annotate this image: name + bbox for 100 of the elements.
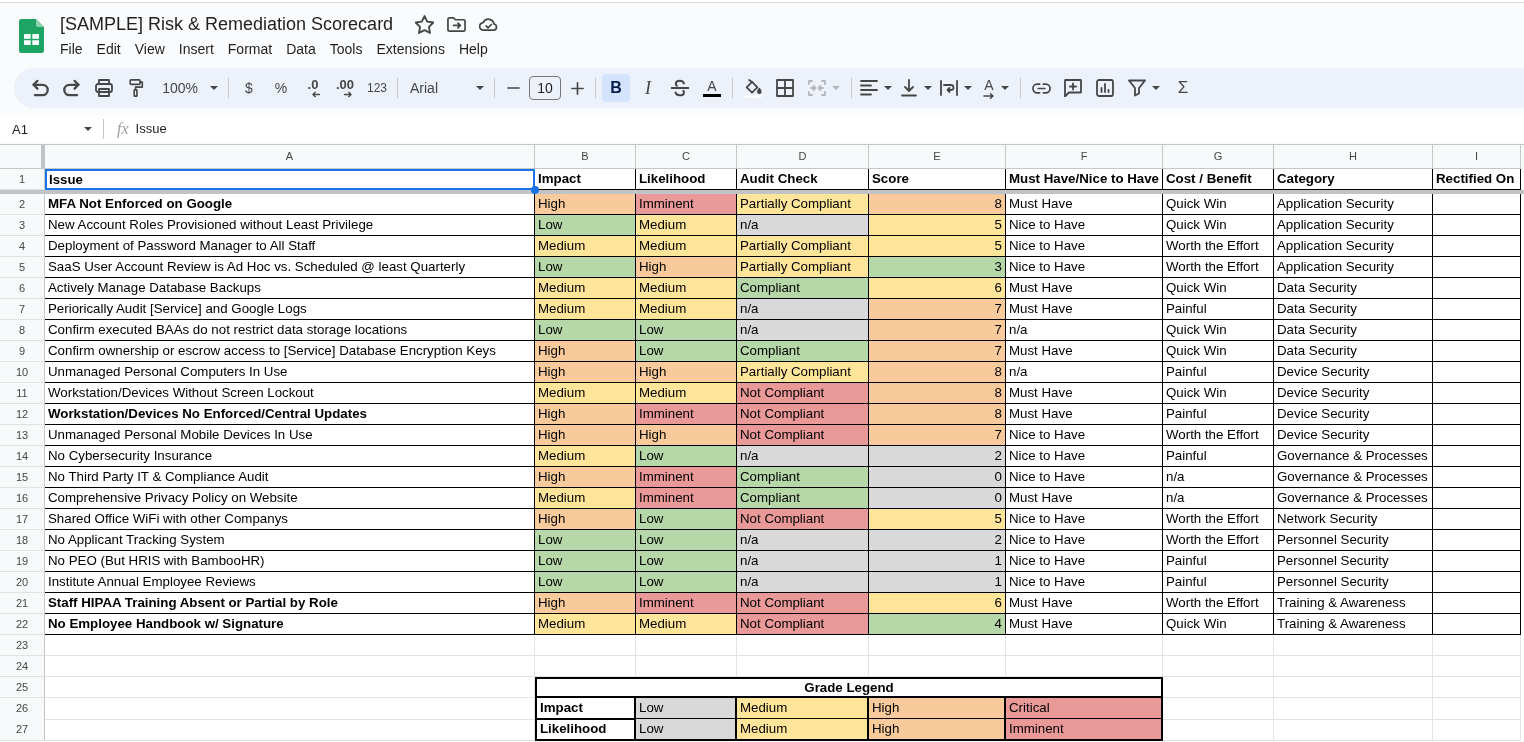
- row-header[interactable]: 16: [0, 488, 45, 509]
- italic-button[interactable]: I: [634, 74, 662, 102]
- table-cell: Device Security: [1274, 425, 1433, 446]
- row-header[interactable]: 4: [0, 236, 45, 257]
- menu-item[interactable]: Insert: [178, 41, 214, 57]
- column-header[interactable]: G: [1163, 145, 1274, 169]
- column-header[interactable]: F: [1006, 145, 1163, 169]
- table-cell: Personnel Security: [1274, 572, 1433, 593]
- column-header[interactable]: E: [869, 145, 1006, 169]
- row-header[interactable]: 7: [0, 299, 45, 320]
- row-header[interactable]: 17: [0, 509, 45, 530]
- menu-item[interactable]: Help: [458, 41, 488, 57]
- table-cell: Imminent: [636, 404, 737, 425]
- table-cell: 1: [869, 572, 1006, 593]
- row-header[interactable]: 6: [0, 278, 45, 299]
- table-cell: New Account Roles Provisioned without Least Privilege: [45, 215, 535, 236]
- menu-item[interactable]: Tools: [329, 41, 363, 57]
- menu-item[interactable]: View: [134, 41, 165, 57]
- table-cell: Compliant: [737, 278, 869, 299]
- selection-handle-icon[interactable]: [531, 186, 539, 194]
- row-header[interactable]: 19: [0, 551, 45, 572]
- document-title[interactable]: [SAMPLE] Risk & Remediation Scorecard: [60, 11, 394, 37]
- column-header[interactable]: D: [737, 145, 869, 169]
- table-cell: Compliant: [737, 488, 869, 509]
- star-icon[interactable]: [415, 14, 435, 34]
- percent-button[interactable]: %: [267, 74, 295, 102]
- table-cell: Quick Win: [1163, 278, 1274, 299]
- row-header[interactable]: 22: [0, 614, 45, 635]
- text-color-button[interactable]: A: [698, 74, 726, 102]
- row-header[interactable]: 5: [0, 257, 45, 278]
- row-header[interactable]: 11: [0, 383, 45, 404]
- table-cell: Training & Awareness: [1274, 614, 1433, 635]
- currency-button[interactable]: $: [235, 74, 263, 102]
- table-cell: n/a: [1163, 467, 1274, 488]
- font-size-field[interactable]: 10: [529, 76, 561, 100]
- row-header[interactable]: 9: [0, 341, 45, 362]
- table-cell: Not Compliant: [737, 404, 869, 425]
- zoom-dropdown[interactable]: 100%: [154, 74, 222, 102]
- table-cell: Quick Win: [1163, 383, 1274, 404]
- table-cell: Partially Compliant: [737, 236, 869, 257]
- column-header[interactable]: C: [636, 145, 737, 169]
- table-cell: High: [535, 509, 636, 530]
- row-header[interactable]: 23: [0, 635, 45, 656]
- row-header[interactable]: 1: [0, 169, 45, 190]
- row-header[interactable]: 10: [0, 362, 45, 383]
- table-cell: Application Security: [1274, 215, 1433, 236]
- bold-button[interactable]: B: [602, 74, 630, 102]
- row-header[interactable]: 15: [0, 467, 45, 488]
- row-header[interactable]: 25: [0, 677, 45, 698]
- increase-decimals-button[interactable]: .00: [331, 74, 359, 102]
- text-rotation-dropdown[interactable]: A: [978, 74, 1014, 102]
- column-header[interactable]: H: [1274, 145, 1433, 169]
- table-cell: 5: [869, 509, 1006, 530]
- row-header[interactable]: 24: [0, 656, 45, 677]
- functions-button[interactable]: Σ: [1169, 74, 1197, 102]
- spreadsheet-logo-icon[interactable]: [19, 19, 44, 53]
- table-cell: Not Compliant: [737, 425, 869, 446]
- table-cell: Low: [535, 215, 636, 236]
- printer-icon: [95, 79, 113, 97]
- number-format-button[interactable]: 123: [363, 74, 391, 102]
- row-header[interactable]: 2: [0, 194, 45, 215]
- row-header[interactable]: 27: [0, 719, 45, 741]
- formula-field[interactable]: Issue: [135, 116, 1524, 142]
- font-dropdown[interactable]: Arial: [404, 74, 488, 102]
- table-cell: No Applicant Tracking System: [45, 530, 535, 551]
- row-header[interactable]: 20: [0, 572, 45, 593]
- table-cell: Medium: [636, 614, 737, 635]
- column-header[interactable]: I: [1433, 145, 1521, 169]
- menu-item[interactable]: Edit: [96, 41, 121, 57]
- caret-icon: [884, 86, 892, 90]
- row-header[interactable]: 13: [0, 425, 45, 446]
- column-header[interactable]: B: [535, 145, 636, 169]
- decrease-decimals-button[interactable]: .0: [299, 74, 327, 102]
- menu-item[interactable]: File: [60, 41, 83, 57]
- row-header[interactable]: 26: [0, 698, 45, 720]
- table-cell: 5: [869, 215, 1006, 236]
- row-header[interactable]: 14: [0, 446, 45, 467]
- table-cell: Workstation/Devices Without Screen Lockout: [45, 383, 535, 404]
- table-cell: Medium: [636, 215, 737, 236]
- row-header[interactable]: 21: [0, 593, 45, 614]
- legend-cell: Medium: [737, 719, 869, 741]
- caret-icon: [964, 86, 972, 90]
- table-cell: n/a: [737, 299, 869, 320]
- arrow-left-icon: [311, 90, 321, 98]
- menu-item[interactable]: Extensions: [376, 41, 445, 57]
- menu-item[interactable]: Data: [286, 41, 316, 57]
- row-header[interactable]: 3: [0, 215, 45, 236]
- table-cell: Low: [636, 530, 737, 551]
- table-cell: Workstation/Devices No Enforced/Central Updates: [45, 404, 535, 425]
- table-cell: 8: [869, 383, 1006, 404]
- table-cell: Data Security: [1274, 341, 1433, 362]
- menu-item[interactable]: Format: [227, 41, 273, 57]
- folder-arrow-icon[interactable]: [447, 14, 467, 34]
- row-header[interactable]: 18: [0, 530, 45, 551]
- name-box[interactable]: A1: [0, 116, 103, 142]
- table-cell: Must Have: [1006, 488, 1163, 509]
- caret-icon: [924, 86, 932, 90]
- row-header[interactable]: 12: [0, 404, 45, 425]
- column-header[interactable]: A: [45, 145, 535, 169]
- row-header[interactable]: 8: [0, 320, 45, 341]
